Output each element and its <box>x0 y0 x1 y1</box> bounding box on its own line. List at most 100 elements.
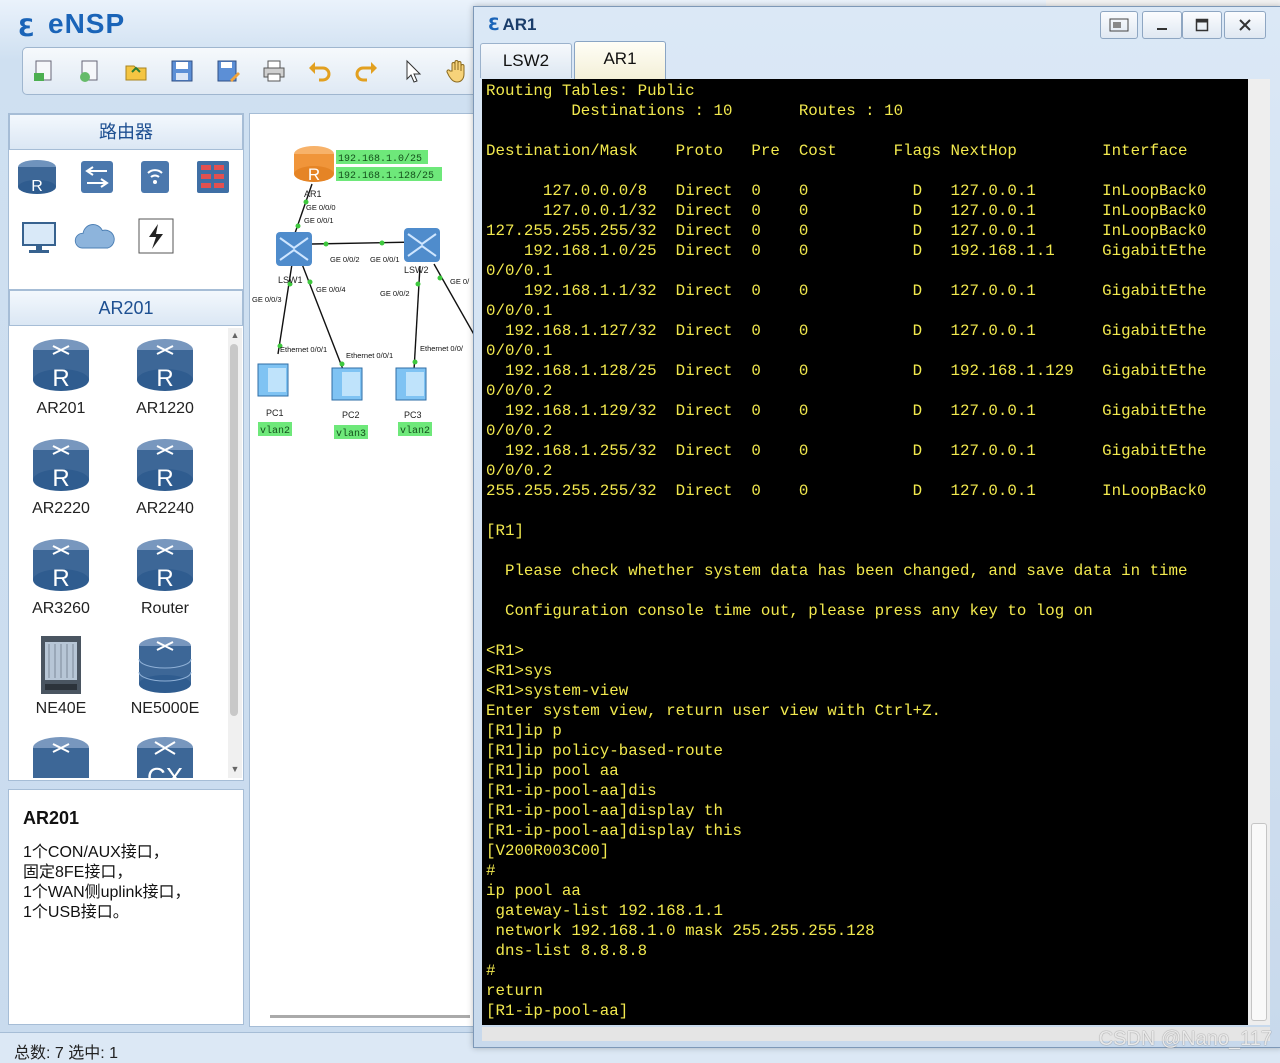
router-category-icon[interactable]: R <box>15 156 59 198</box>
port-label: Ethernet 0/0/1 <box>280 345 327 354</box>
save-as-icon[interactable] <box>213 56 243 86</box>
device-label: NE5000E <box>130 700 200 717</box>
terminal-output[interactable]: Routing Tables: Public Destinations : 10… <box>482 79 1248 1025</box>
device-item-ne40e[interactable]: NE40E <box>11 634 111 726</box>
device-category-box: 路由器 R <box>8 113 244 290</box>
select-icon[interactable] <box>397 56 427 86</box>
save-icon[interactable] <box>167 56 197 86</box>
device-label: AR201 <box>36 400 86 417</box>
terminal-vertical-scrollbar[interactable] <box>1248 79 1270 1025</box>
port-label: GE 0/0/4 <box>316 285 346 294</box>
svg-text:R: R <box>52 565 69 592</box>
window-title: ℇ AR1 <box>488 15 536 35</box>
pan-hand-icon[interactable] <box>443 56 473 86</box>
device-label: AR3260 <box>32 600 90 617</box>
device-label: AR1220 <box>136 400 194 417</box>
minimize-icon[interactable] <box>1142 11 1182 39</box>
new-example-icon[interactable] <box>75 56 105 86</box>
device-list-scrollbar[interactable]: ▲ ▼ <box>228 328 242 778</box>
svg-text:R: R <box>308 165 320 184</box>
device-header: AR201 <box>9 290 243 326</box>
pc-category-icon[interactable] <box>17 216 61 258</box>
status-text: 总数: 7 选中: 1 <box>14 1045 119 1062</box>
port-label: Ethernet 0/0/ <box>420 344 464 353</box>
cloud-category-icon[interactable] <box>73 216 117 258</box>
svg-text:R: R <box>31 178 43 195</box>
device-item-partial-cx[interactable]: CX <box>115 732 215 778</box>
tab-ar1[interactable]: AR1 <box>574 41 666 80</box>
port-label: GE 0/0/1 <box>370 255 400 264</box>
restore-layout-icon[interactable] <box>1100 11 1138 39</box>
router-icon <box>31 732 91 778</box>
device-item-ar1220[interactable]: R AR1220 <box>115 334 215 426</box>
device-item-partial-router[interactable] <box>11 732 111 778</box>
port-label: GE 0/0/3 <box>252 295 282 304</box>
device-item-ar2240[interactable]: R AR2240 <box>115 434 215 526</box>
scroll-down-arrow-icon[interactable]: ▼ <box>230 764 240 774</box>
device-item-ne5000e[interactable]: NE5000E <box>115 634 215 726</box>
ar1-router-icon: R <box>294 146 334 184</box>
svg-text:R: R <box>52 365 69 392</box>
pc3-icon <box>395 367 427 401</box>
description-line: 1个USB接口。 <box>23 904 129 921</box>
vlan-label: vlan2 <box>260 425 290 437</box>
canvas-horizontal-scrollbar[interactable] <box>270 1015 470 1018</box>
device-item-ar2220[interactable]: R AR2220 <box>11 434 111 526</box>
device-label: AR2240 <box>136 500 194 517</box>
link-lsw2-offscreen <box>433 263 476 339</box>
device-item-ar201[interactable]: R AR201 <box>11 334 111 426</box>
lsw1-switch-icon <box>276 232 312 266</box>
node-label-pc1: PC1 <box>266 408 284 418</box>
device-grid: R AR201 R AR1220 R AR2220 R AR2240 R AR3… <box>9 326 227 778</box>
tab-lsw2[interactable]: LSW2 <box>480 43 572 78</box>
undo-icon[interactable] <box>305 56 335 86</box>
scrollbar-thumb[interactable] <box>1251 823 1267 1021</box>
node-label-pc2: PC2 <box>342 410 360 420</box>
scroll-up-arrow-icon[interactable]: ▲ <box>230 330 240 340</box>
node-label-lsw1: LSW1 <box>278 275 303 285</box>
scrollbar-thumb[interactable] <box>230 344 238 716</box>
vlan-label: vlan2 <box>400 425 430 437</box>
device-panel: 路由器 R AR201 R AR201 R AR1220 R AR2220 R … <box>8 113 244 1025</box>
app-logo: ℇeNSP <box>18 8 126 42</box>
description-title: AR201 <box>23 808 80 828</box>
topology-canvas[interactable]: R AR1 192.168.1.0/25 192.168.1.128/25 GE… <box>249 113 477 1027</box>
new-topology-icon[interactable] <box>29 56 59 86</box>
svg-text:R: R <box>156 465 173 492</box>
vlan-label: vlan3 <box>336 428 366 440</box>
switch-category-icon[interactable] <box>75 156 119 198</box>
open-icon[interactable] <box>121 56 151 86</box>
pc1-icon <box>257 363 289 397</box>
device-item-router[interactable]: R Router <box>115 534 215 626</box>
firewall-category-icon[interactable] <box>191 156 235 198</box>
connection-category-icon[interactable] <box>133 216 177 258</box>
router-icon: R <box>31 534 91 596</box>
lsw2-switch-icon <box>404 228 440 262</box>
maximize-icon[interactable] <box>1182 11 1222 39</box>
redo-icon[interactable] <box>351 56 381 86</box>
port-label: GE 0/ <box>450 277 470 286</box>
node-label-ar1: AR1 <box>304 189 322 199</box>
device-description-box: AR201 1个CON/AUX接口， 固定8FE接口， 1个WAN侧uplink… <box>8 789 244 1025</box>
category-icons: R <box>9 150 243 288</box>
main-toolbar <box>22 47 494 95</box>
port-label: Ethernet 0/0/1 <box>346 351 393 360</box>
cx-router-icon: CX <box>135 732 195 778</box>
close-icon[interactable] <box>1224 11 1266 39</box>
router-icon: R <box>135 534 195 596</box>
app-title: eNSP <box>48 8 126 39</box>
chassis-icon <box>31 634 91 696</box>
print-icon[interactable] <box>259 56 289 86</box>
window-title-text: AR1 <box>502 15 537 34</box>
port-label: GE 0/0/2 <box>330 255 360 264</box>
router-icon: R <box>31 434 91 496</box>
link-lsw2-pc3 <box>413 265 421 371</box>
pc2-icon <box>331 367 363 401</box>
ensp-logo-icon: ℇ <box>488 15 499 34</box>
terminal-text: Routing Tables: Public Destinations : 10… <box>486 82 1207 1020</box>
device-label: AR2220 <box>32 500 90 517</box>
wireless-category-icon[interactable] <box>133 156 177 198</box>
svg-text:R: R <box>156 565 173 592</box>
device-item-ar3260[interactable]: R AR3260 <box>11 534 111 626</box>
router-icon: R <box>31 334 91 396</box>
